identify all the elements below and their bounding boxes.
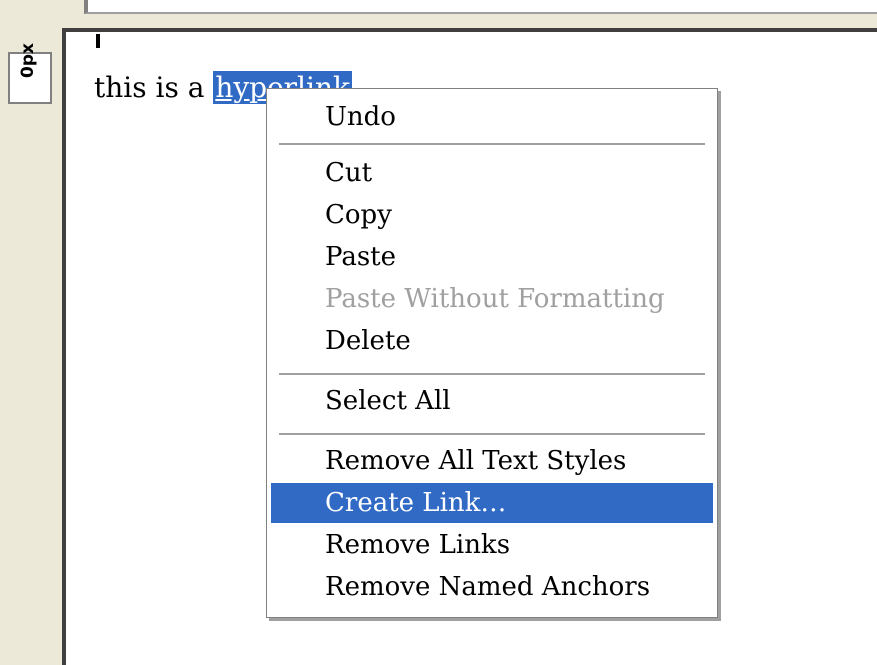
app-window: 0px this is a hyperlink Undo Cut Copy Pa… [0, 0, 877, 665]
menu-item-undo[interactable]: Undo [271, 97, 713, 137]
vertical-ruler [0, 36, 62, 665]
menu-item-paste-without-formatting: Paste Without Formatting [325, 284, 665, 314]
menu-separator [279, 433, 705, 435]
menu-separator [279, 373, 705, 375]
menu-item-copy[interactable]: Copy [271, 195, 713, 235]
menu-item-paste[interactable]: Paste [271, 237, 713, 277]
menu-item-remove-all-text-styles[interactable]: Remove All Text Styles [271, 441, 713, 481]
menu-item-create-link[interactable]: Create Link… [271, 483, 713, 523]
top-toolbar-strip [84, 0, 877, 14]
plain-text: this is a [94, 71, 214, 104]
menu-item-delete[interactable]: Delete [271, 321, 713, 361]
menu-item-select-all[interactable]: Select All [271, 381, 713, 421]
ruler-unit-label: 0px [18, 43, 38, 78]
text-caret [96, 34, 100, 48]
context-menu[interactable]: Undo Cut Copy Paste Paste Without Format… [266, 88, 718, 618]
menu-separator [279, 143, 705, 145]
ruler-unit-tag: 0px [8, 43, 52, 104]
menu-item-remove-named-anchors[interactable]: Remove Named Anchors [271, 567, 713, 607]
menu-item-remove-links[interactable]: Remove Links [271, 525, 713, 565]
menu-item-cut[interactable]: Cut [271, 153, 713, 193]
